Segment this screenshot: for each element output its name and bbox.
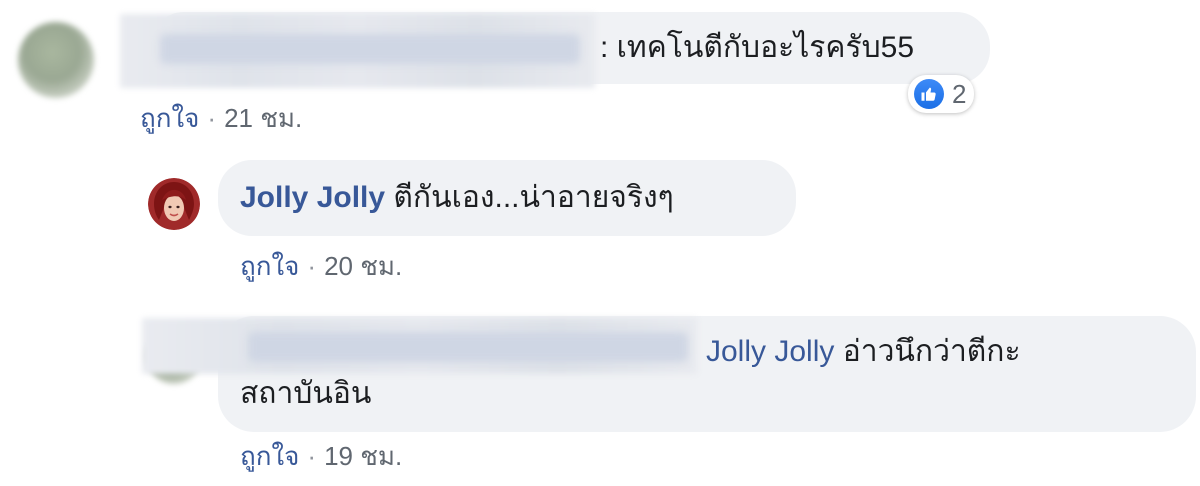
timestamp[interactable]: 20 ชม. [324,251,402,281]
comment-text-line-1: Jolly Jolly อ่าวนึกว่าตีกะ [706,334,1021,370]
like-link[interactable]: ถูกใจ [240,251,299,281]
like-icon [914,79,944,109]
comment-body: อ่าวนึกว่าตีกะ [842,335,1021,368]
comment-text: Jolly Jolly ตีกันเอง...น่าอายจริงๆ [240,180,674,216]
like-link[interactable]: ถูกใจ [240,441,299,471]
comment-text: : เทคโนตีกับอะไรครับ55 [600,31,915,64]
timestamp[interactable]: 19 ชม. [324,441,402,471]
comment-meta: ถูกใจ · 21 ชม. [140,98,302,139]
like-link[interactable]: ถูกใจ [140,103,199,133]
meta-separator: · [207,103,217,133]
mention-link[interactable]: Jolly Jolly [706,335,834,368]
reaction-count: 2 [952,78,967,109]
comment-meta: ถูกใจ · 20 ชม. [240,246,402,287]
avatar-blurred[interactable] [18,22,94,98]
author-name[interactable]: Jolly Jolly [240,181,385,214]
reaction-summary[interactable]: 2 [908,75,975,113]
comment-body: ตีกันเอง...น่าอายจริงๆ [393,181,674,214]
blurred-author-text [160,34,580,64]
timestamp[interactable]: 21 ชม. [224,103,302,133]
avatar-jolly[interactable] [148,178,200,230]
blurred-author-text [248,332,688,362]
meta-separator: · [307,441,317,471]
meta-separator: · [307,251,317,281]
comment-meta: ถูกใจ · 19 ชม. [240,436,402,477]
comment-text-line-2: สถาบันอิน [240,377,372,410]
